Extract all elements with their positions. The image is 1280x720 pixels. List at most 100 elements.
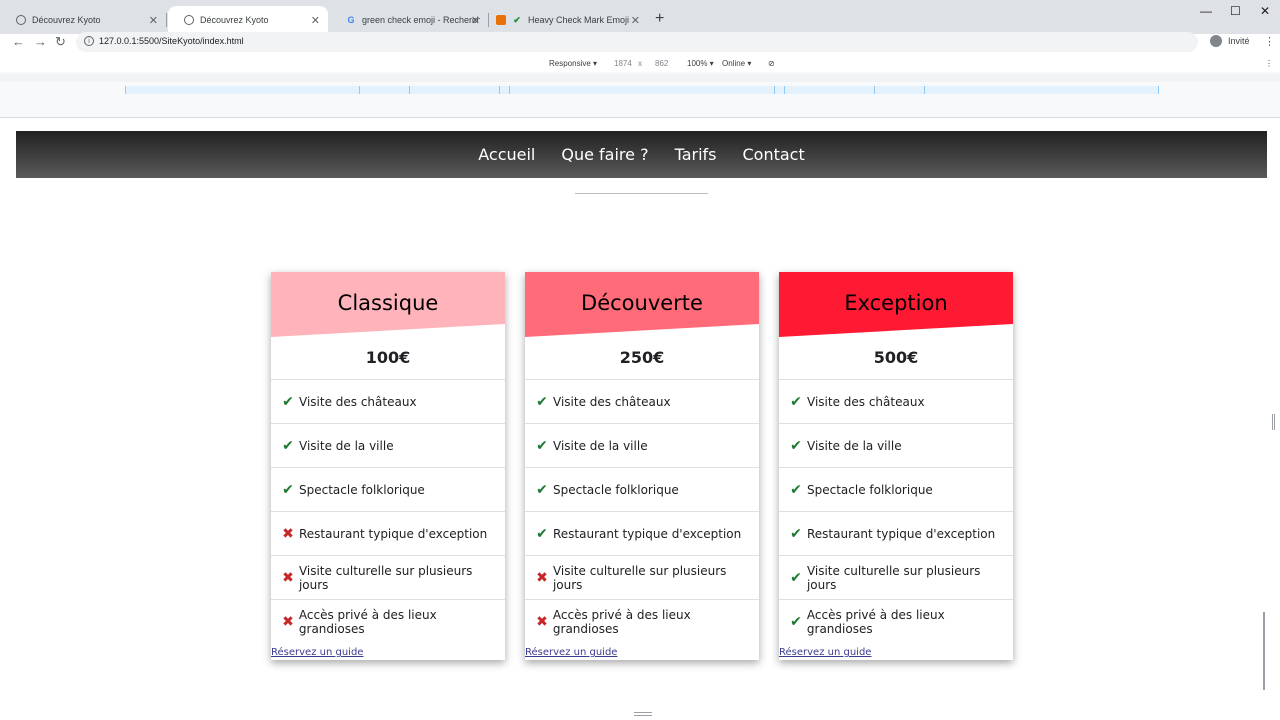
check-mark-icon: ✔ (790, 437, 802, 454)
cross-mark-icon: ✖ (282, 569, 294, 586)
feature-item: ✖ Visite culturelle sur plusieurs jours (525, 556, 759, 600)
card-price: 500€ (779, 337, 1013, 380)
feature-label: Visite des châteaux (299, 394, 417, 409)
feature-item: ✔ Restaurant typique d'exception (525, 512, 759, 556)
dimension-separator: x (638, 59, 642, 68)
profile-label: Invité (1228, 36, 1250, 46)
feature-item: ✖ Visite culturelle sur plusieurs jours (271, 556, 505, 600)
tab-1[interactable]: Découvrez Kyoto ✕ (0, 6, 167, 34)
close-window-icon[interactable]: ✕ (1260, 4, 1270, 18)
feature-label: Accès privé à des lieux grandioses (552, 608, 691, 636)
more-menu-icon[interactable]: ⋮ (1264, 35, 1275, 48)
feature-label: Visite de la ville (807, 438, 902, 453)
check-mark-icon: ✔ (790, 614, 802, 630)
check-mark-icon: ✔ (790, 569, 802, 586)
zoom-select[interactable]: 100% ▾ (687, 59, 714, 68)
reserve-guide-link[interactable]: Réservez un guide (271, 647, 363, 658)
close-tab-icon[interactable]: ✕ (311, 14, 320, 27)
feature-item: ✔ Visite de la ville (271, 424, 505, 468)
avatar-icon (1210, 35, 1222, 47)
tab-3[interactable]: G green check emoji - Recherche G ✕ (330, 6, 489, 34)
tab-title: Heavy Check Mark Emoji (528, 15, 630, 25)
reload-icon[interactable]: ↻ (55, 34, 66, 50)
feature-item: ✔ Restaurant typique d'exception (779, 512, 1013, 556)
info-icon[interactable]: i (84, 36, 94, 46)
feature-label: Visite de la ville (553, 438, 648, 453)
feature-label: Visite des châteaux (807, 394, 925, 409)
device-select[interactable]: Responsive ▾ (549, 59, 597, 68)
address-bar[interactable]: i 127.0.0.1:5500/SiteKyoto/index.html (76, 32, 1198, 52)
pricing-card-exception: Exception 500€ ✔ Visite des châteaux ✔ Visite… (779, 272, 1013, 660)
profile-button[interactable]: Invité (1210, 35, 1250, 47)
feature-label: Spectacle folklorique (299, 482, 425, 497)
feature-item: ✖ Accès privé à des lieux grandioses (525, 600, 759, 644)
tab-title: Découvrez Kyoto (200, 15, 269, 25)
reserve-guide-link[interactable]: Réservez un guide (525, 647, 617, 658)
card-header: Classique (271, 272, 505, 337)
browser-toolbar: ← → ↻ i 127.0.0.1:5500/SiteKyoto/index.h… (0, 32, 1280, 52)
back-arrow-icon[interactable]: ← (12, 34, 25, 49)
close-tab-icon[interactable]: ✕ (631, 14, 640, 27)
card-title: Classique (337, 291, 439, 315)
media-query-rulers[interactable] (0, 72, 1280, 118)
pricing-card-decouverte: Découverte 250€ ✔ Visite des châteaux ✔ Visit… (525, 272, 759, 660)
url-text[interactable]: 127.0.0.1:5500/SiteKyoto/index.html (99, 36, 244, 46)
card-title: Exception (844, 291, 948, 315)
rotate-icon[interactable]: ⊘ (768, 59, 775, 68)
reserve-guide-link[interactable]: Réservez un guide (779, 647, 871, 658)
viewport-height[interactable]: 862 (655, 59, 668, 68)
globe-icon (16, 15, 26, 25)
check-mark-icon: ✔ (790, 393, 802, 410)
check-mark-icon: ✔ (282, 481, 294, 498)
maximize-icon[interactable]: ☐ (1230, 4, 1241, 18)
feature-label: Restaurant typique d'exception (807, 526, 996, 541)
card-header: Exception (779, 272, 1013, 337)
feature-item: ✔ Accès privé à des lieux grandioses (779, 600, 1013, 644)
resize-handle-bottom[interactable] (634, 712, 652, 716)
cross-mark-icon: ✖ (536, 569, 548, 586)
close-tab-icon[interactable]: ✕ (149, 14, 158, 27)
tab-4[interactable]: ✔ Heavy Check Mark Emoji ✕ (480, 6, 648, 34)
feature-label: Accès privé à des lieux grandioses (806, 608, 945, 636)
tab-title: Découvrez Kyoto (32, 15, 101, 25)
feature-item: ✔ Visite de la ville (525, 424, 759, 468)
card-header: Découverte (525, 272, 759, 337)
viewport-width[interactable]: 1874 (614, 59, 632, 68)
site-navbar: Accueil Que faire ? Tarifs Contact (16, 131, 1267, 178)
network-select[interactable]: Online ▾ (722, 59, 751, 68)
nav-contact[interactable]: Contact (743, 145, 805, 164)
close-tab-icon[interactable]: ✕ (471, 14, 480, 27)
feature-item: ✔ Visite des châteaux (525, 380, 759, 424)
scrollbar-thumb[interactable] (1263, 612, 1265, 690)
cross-mark-icon: ✖ (282, 525, 294, 542)
check-mark-icon: ✔ (282, 437, 294, 454)
feature-item: ✖ Accès privé à des lieux grandioses (271, 600, 505, 644)
feature-item: ✔ Visite des châteaux (779, 380, 1013, 424)
feature-label: Restaurant typique d'exception (299, 526, 488, 541)
section-divider (575, 193, 708, 194)
devtools-menu-icon[interactable]: ⋮ (1265, 59, 1273, 68)
nav-accueil[interactable]: Accueil (478, 145, 535, 164)
feature-item: ✔ Visite culturelle sur plusieurs jours (779, 556, 1013, 600)
new-tab-icon[interactable]: + (655, 10, 664, 28)
feature-label: Visite culturelle sur plusieurs jours (552, 563, 727, 592)
nav-que-faire[interactable]: Que faire ? (561, 145, 648, 164)
feature-label: Visite des châteaux (553, 394, 671, 409)
minimize-icon[interactable]: — (1200, 4, 1212, 18)
feature-label: Spectacle folklorique (553, 482, 679, 497)
feature-label: Visite culturelle sur plusieurs jours (298, 563, 473, 592)
google-icon: G (347, 15, 355, 25)
check-mark-icon: ✔ (282, 393, 294, 410)
feature-label: Spectacle folklorique (807, 482, 933, 497)
feature-label: Visite de la ville (299, 438, 394, 453)
check-mark-icon: ✔ (536, 393, 548, 410)
cross-mark-icon: ✖ (536, 614, 548, 630)
pricing-card-classique: Classique 100€ ✔ Visite des châteaux ✔ Visite… (271, 272, 505, 660)
check-mark-icon: ✔ (536, 525, 548, 542)
resize-handle-right[interactable] (1272, 414, 1275, 430)
tab-title: green check emoji - Recherche G (362, 15, 480, 25)
card-price: 100€ (271, 337, 505, 380)
tab-2[interactable]: Découvrez Kyoto ✕ (168, 6, 328, 34)
nav-tarifs[interactable]: Tarifs (675, 145, 717, 164)
forward-arrow-icon[interactable]: → (34, 34, 47, 49)
